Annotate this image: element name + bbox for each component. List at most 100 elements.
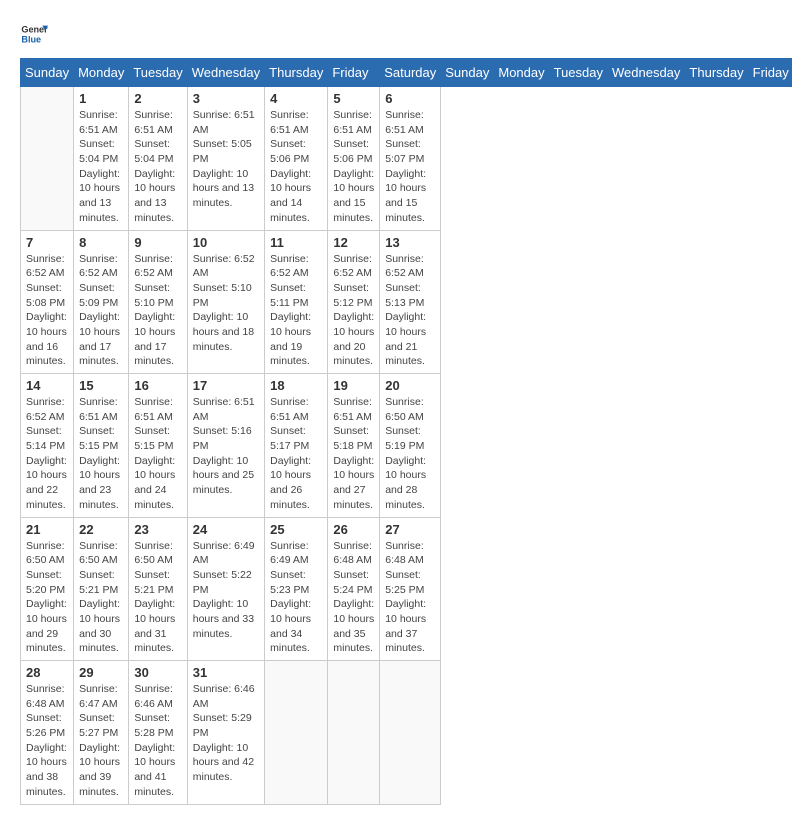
day-info: Sunrise: 6:51 AMSunset: 5:06 PMDaylight:… [333,108,374,226]
calendar-cell: 26 Sunrise: 6:48 AMSunset: 5:24 PMDayligh… [328,517,380,661]
day-info: Sunrise: 6:48 AMSunset: 5:25 PMDaylight:… [385,539,435,657]
calendar-cell: 9 Sunrise: 6:52 AMSunset: 5:10 PMDaylight… [129,230,187,374]
day-info: Sunrise: 6:50 AMSunset: 5:21 PMDaylight:… [79,539,123,657]
day-number: 18 [270,378,322,393]
day-info: Sunrise: 6:48 AMSunset: 5:24 PMDaylight:… [333,539,374,657]
weekday-header: Sunday [21,59,74,87]
day-number: 7 [26,235,68,250]
weekday-header: Tuesday [549,59,607,87]
day-number: 2 [134,91,181,106]
day-number: 31 [193,665,259,680]
day-number: 25 [270,522,322,537]
logo: General Blue [20,20,48,48]
day-info: Sunrise: 6:51 AMSunset: 5:18 PMDaylight:… [333,395,374,513]
calendar-cell: 27Sunrise: 6:48 AMSunset: 5:25 PMDayligh… [380,517,441,661]
calendar-cell: 22 Sunrise: 6:50 AMSunset: 5:21 PMDayligh… [74,517,129,661]
calendar-cell: 4 Sunrise: 6:51 AMSunset: 5:06 PMDaylight… [265,87,328,231]
day-info: Sunrise: 6:46 AMSunset: 5:28 PMDaylight:… [134,682,181,800]
calendar-cell: 23 Sunrise: 6:50 AMSunset: 5:21 PMDayligh… [129,517,187,661]
day-info: Sunrise: 6:49 AMSunset: 5:23 PMDaylight:… [270,539,322,657]
day-number: 10 [193,235,259,250]
day-number: 11 [270,235,322,250]
svg-text:Blue: Blue [21,34,41,44]
calendar-cell: 10 Sunrise: 6:52 AMSunset: 5:10 PMDayligh… [187,230,264,374]
day-info: Sunrise: 6:52 AMSunset: 5:09 PMDaylight:… [79,252,123,370]
weekday-header: Wednesday [187,59,264,87]
day-info: Sunrise: 6:51 AMSunset: 5:17 PMDaylight:… [270,395,322,513]
day-number: 17 [193,378,259,393]
calendar-cell: 3Sunrise: 6:51 AMSunset: 5:05 PMDaylight… [187,87,264,231]
calendar-cell: 17 Sunrise: 6:51 AMSunset: 5:16 PMDayligh… [187,374,264,518]
calendar-cell: 11 Sunrise: 6:52 AMSunset: 5:11 PMDayligh… [265,230,328,374]
day-info: Sunrise: 6:52 AMSunset: 5:14 PMDaylight:… [26,395,68,513]
calendar-cell: 8 Sunrise: 6:52 AMSunset: 5:09 PMDaylight… [74,230,129,374]
calendar-cell: 19 Sunrise: 6:51 AMSunset: 5:18 PMDayligh… [328,374,380,518]
calendar-cell: 30 Sunrise: 6:46 AMSunset: 5:28 PMDayligh… [129,661,187,805]
calendar-cell: 2 Sunrise: 6:51 AMSunset: 5:04 PMDaylight… [129,87,187,231]
day-info: Sunrise: 6:52 AMSunset: 5:10 PMDaylight:… [134,252,181,370]
calendar-cell: 16 Sunrise: 6:51 AMSunset: 5:15 PMDayligh… [129,374,187,518]
calendar-table: SundayMondayTuesdayWednesdayThursdayFrid… [20,58,792,805]
day-info: Sunrise: 6:46 AMSunset: 5:29 PMDaylight:… [193,682,259,785]
weekday-header: Saturday [380,59,441,87]
day-info: Sunrise: 6:51 AMSunset: 5:15 PMDaylight:… [134,395,181,513]
day-number: 16 [134,378,181,393]
weekday-header: Thursday [685,59,748,87]
day-number: 6 [385,91,435,106]
day-info: Sunrise: 6:51 AMSunset: 5:06 PMDaylight:… [270,108,322,226]
day-number: 5 [333,91,374,106]
calendar-cell: 12 Sunrise: 6:52 AMSunset: 5:12 PMDayligh… [328,230,380,374]
day-number: 4 [270,91,322,106]
calendar-cell [328,661,380,805]
calendar-cell [265,661,328,805]
day-number: 30 [134,665,181,680]
calendar-cell: 21Sunrise: 6:50 AMSunset: 5:20 PMDayligh… [21,517,74,661]
calendar-cell: 20Sunrise: 6:50 AMSunset: 5:19 PMDayligh… [380,374,441,518]
calendar-cell: 15Sunrise: 6:51 AMSunset: 5:15 PMDayligh… [74,374,129,518]
weekday-header: Monday [494,59,549,87]
day-info: Sunrise: 6:51 AMSunset: 5:05 PMDaylight:… [193,108,259,211]
weekday-header: Friday [748,59,792,87]
day-number: 1 [79,91,123,106]
weekday-header: Thursday [265,59,328,87]
day-number: 9 [134,235,181,250]
day-info: Sunrise: 6:48 AMSunset: 5:26 PMDaylight:… [26,682,68,800]
calendar-cell: 5 Sunrise: 6:51 AMSunset: 5:06 PMDaylight… [328,87,380,231]
weekday-header: Friday [328,59,380,87]
day-info: Sunrise: 6:52 AMSunset: 5:13 PMDaylight:… [385,252,435,370]
day-number: 29 [79,665,123,680]
weekday-header: Sunday [441,59,494,87]
day-info: Sunrise: 6:52 AMSunset: 5:11 PMDaylight:… [270,252,322,370]
day-number: 24 [193,522,259,537]
day-info: Sunrise: 6:50 AMSunset: 5:21 PMDaylight:… [134,539,181,657]
calendar-cell: 1Sunrise: 6:51 AMSunset: 5:04 PMDaylight… [74,87,129,231]
day-info: Sunrise: 6:52 AMSunset: 5:10 PMDaylight:… [193,252,259,355]
day-info: Sunrise: 6:47 AMSunset: 5:27 PMDaylight:… [79,682,123,800]
calendar-cell: 14 Sunrise: 6:52 AMSunset: 5:14 PMDayligh… [21,374,74,518]
header-row: SundayMondayTuesdayWednesdayThursdayFrid… [21,59,792,87]
calendar-cell: 6Sunrise: 6:51 AMSunset: 5:07 PMDaylight… [380,87,441,231]
day-number: 8 [79,235,123,250]
calendar-cell: 13 Sunrise: 6:52 AMSunset: 5:13 PMDayligh… [380,230,441,374]
calendar-cell: 24Sunrise: 6:49 AMSunset: 5:22 PMDayligh… [187,517,264,661]
day-number: 13 [385,235,435,250]
calendar-cell: 28 Sunrise: 6:48 AMSunset: 5:26 PMDayligh… [21,661,74,805]
day-number: 14 [26,378,68,393]
day-info: Sunrise: 6:52 AMSunset: 5:12 PMDaylight:… [333,252,374,370]
calendar-cell: 29 Sunrise: 6:47 AMSunset: 5:27 PMDayligh… [74,661,129,805]
weekday-header: Tuesday [129,59,187,87]
calendar-cell [380,661,441,805]
day-number: 12 [333,235,374,250]
day-number: 28 [26,665,68,680]
calendar-week-row: 1 Sunrise: 6:51 AMSunset: 5:04 PMDaylight… [21,87,792,231]
calendar-cell: 31 Sunrise: 6:46 AMSunset: 5:29 PMDayligh… [187,661,264,805]
day-number: 23 [134,522,181,537]
calendar-cell [21,87,74,231]
day-number: 22 [79,522,123,537]
day-number: 19 [333,378,374,393]
day-number: 26 [333,522,374,537]
day-info: Sunrise: 6:51 AMSunset: 5:04 PMDaylight:… [134,108,181,226]
calendar-week-row: 21Sunrise: 6:50 AMSunset: 5:20 PMDayligh… [21,517,792,661]
header: General Blue [20,20,772,48]
day-info: Sunrise: 6:51 AMSunset: 5:16 PMDaylight:… [193,395,259,498]
